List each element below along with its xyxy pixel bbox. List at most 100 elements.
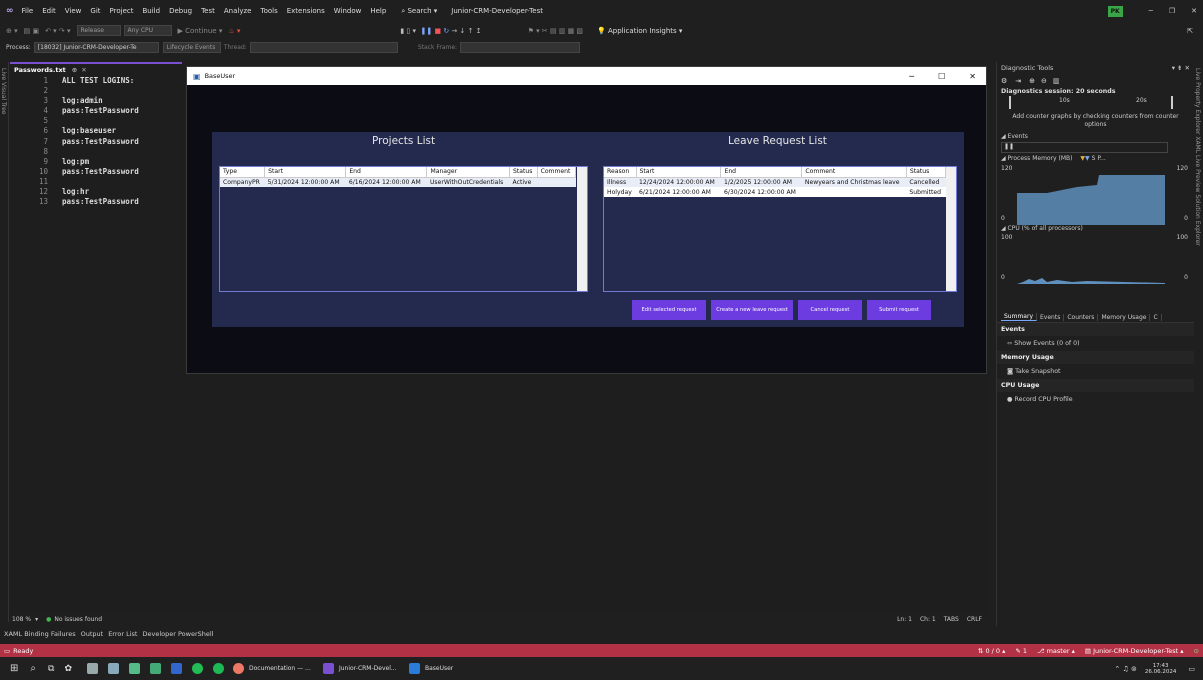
show-events-link[interactable]: ⇔ Show Events (0 of 0) — [997, 336, 1194, 351]
tray-icons[interactable]: ⌃ ♫ ⊚ — [1114, 665, 1136, 673]
save-icon[interactable]: ▤ ▣ — [24, 27, 39, 35]
line-ending[interactable]: CRLF — [967, 616, 982, 623]
output-tab[interactable]: XAML Binding Failures — [4, 630, 76, 638]
platform-select[interactable]: Any CPU — [123, 25, 172, 36]
menu-item-extensions[interactable]: Extensions — [287, 7, 325, 15]
cpu-graph[interactable]: 100 100 0 0 — [997, 232, 1194, 284]
column-header[interactable]: End — [720, 167, 803, 178]
diag-tab[interactable]: Summary — [1001, 313, 1037, 321]
notification-icon[interactable]: ⊙ — [1194, 647, 1199, 655]
baseuser-task[interactable]: BaseUser — [408, 663, 479, 674]
vs-task[interactable]: Junior-CRM-Devel... — [322, 663, 405, 674]
menu-item-analyze[interactable]: Analyze — [224, 7, 252, 15]
live-visual-tree-tab[interactable]: Live Visual Tree — [0, 68, 7, 114]
menu-item-project[interactable]: Project — [110, 7, 134, 15]
editor-tab[interactable]: Passwords.txt ⊕ ✕ — [10, 62, 182, 75]
configuration-select[interactable]: Release — [76, 25, 121, 36]
column-header[interactable]: Reason — [604, 167, 637, 178]
cancel-request-button[interactable]: Cancel request — [798, 300, 862, 320]
task-view-icon[interactable]: ⧉ — [48, 664, 54, 674]
pencil-indicator[interactable]: ✎ 1 — [1015, 647, 1027, 655]
diag-tab[interactable]: Counters — [1064, 313, 1099, 321]
start-icon[interactable]: ⊞ — [10, 663, 18, 674]
branch-indicator[interactable]: ⎇ master ▴ — [1037, 647, 1075, 655]
window-maximize-button[interactable]: ☐ — [938, 72, 945, 81]
firefox-task[interactable]: Documentation — ... — [232, 663, 317, 674]
projects-scrollbar[interactable] — [577, 167, 587, 291]
menu-item-test[interactable]: Test — [201, 7, 215, 15]
table-row[interactable]: Illness 12/24/2024 12:00:00 AM 1/2/2025 12… — [604, 177, 946, 187]
restore-button[interactable]: ❐ — [1169, 7, 1175, 15]
record-cpu-button[interactable]: ● Record CPU Profile — [997, 392, 1194, 407]
diag-tab[interactable]: C — [1150, 313, 1162, 321]
take-snapshot-button[interactable]: ◙ Take Snapshot — [997, 364, 1194, 379]
flame-icon[interactable]: ♨ ▾ — [228, 27, 240, 35]
edit-request-button[interactable]: Edit selected request — [632, 300, 706, 320]
memory-graph[interactable]: 120 120 0 0 — [997, 163, 1194, 225]
issues-status[interactable]: No issues found — [54, 616, 102, 623]
events-track[interactable]: ❚❚ — [1001, 142, 1168, 153]
close-button[interactable]: ✕ — [1191, 7, 1197, 15]
column-header[interactable]: Status — [906, 167, 947, 178]
todo-icon[interactable] — [170, 663, 182, 674]
menu-item-debug[interactable]: Debug — [169, 7, 192, 15]
lifecycle-events-select[interactable]: Lifecycle Events — [162, 41, 221, 53]
profile-avatar[interactable]: PK — [1107, 5, 1123, 17]
column-header[interactable]: Start — [636, 167, 722, 178]
app-insights-button[interactable]: 💡 Application Insights ▾ — [597, 27, 682, 35]
monitor-icon[interactable] — [149, 663, 161, 674]
search-box[interactable]: ⌕ Search ▾ — [401, 7, 437, 16]
calculator-icon[interactable] — [128, 663, 140, 674]
thread-select[interactable] — [249, 41, 398, 53]
right-tool-tabs[interactable]: Live Property Explorer XAML Live Preview… — [1194, 68, 1201, 246]
notifications-icon[interactable]: ▭ — [1188, 665, 1195, 673]
output-tab[interactable]: Error List — [108, 630, 137, 638]
menu-item-help[interactable]: Help — [370, 7, 386, 15]
menu-item-window[interactable]: Window — [334, 7, 362, 15]
column-header[interactable]: Comment — [801, 167, 907, 178]
minimize-button[interactable]: ─ — [1149, 7, 1153, 15]
column-header[interactable]: Type — [220, 167, 266, 178]
whatsapp-icon[interactable] — [191, 663, 203, 674]
solution-indicator[interactable]: ▤ Junior-CRM-Developer-Test ▴ — [1085, 647, 1184, 655]
diag-tab[interactable]: Events — [1037, 313, 1065, 321]
chart-icon[interactable]: ▥ — [1053, 77, 1060, 85]
menu-item-file[interactable]: File — [22, 7, 34, 15]
menu-item-edit[interactable]: Edit — [42, 7, 56, 15]
output-tab[interactable]: Developer PowerShell — [142, 630, 213, 638]
paint-icon[interactable] — [107, 663, 119, 674]
indent-mode[interactable]: TABS — [944, 616, 959, 623]
menu-item-git[interactable]: Git — [90, 7, 100, 15]
projects-table[interactable]: Type Start End Manager Status Comment CompanyP… — [220, 167, 577, 187]
column-header[interactable]: End — [345, 167, 428, 178]
settings-icon[interactable]: ⚙ — [1001, 77, 1007, 85]
submit-request-button[interactable]: Submit request — [867, 300, 931, 320]
create-request-button[interactable]: Create a new leave request — [711, 300, 793, 320]
zoom-in-icon[interactable]: ⊕ — [1029, 77, 1035, 85]
errors-indicator[interactable]: ⇅ 0 / 0 ▴ — [978, 647, 1005, 655]
menu-item-build[interactable]: Build — [142, 7, 160, 15]
panel-options-icon[interactable]: ▾ ⇟ ✕ — [1172, 64, 1190, 72]
window-minimize-button[interactable]: ─ — [909, 72, 914, 81]
leave-table[interactable]: Reason Start End Comment Status Illness 12/24/… — [604, 167, 947, 197]
column-header[interactable]: Start — [264, 167, 347, 178]
clock-date[interactable]: 26.06.2024 — [1145, 669, 1177, 675]
window-close-button[interactable]: ✕ — [969, 72, 976, 81]
table-row[interactable]: Holyday 6/21/2024 12:00:00 AM 6/30/2024 12… — [604, 187, 946, 197]
back-icon[interactable]: ⊕ ▾ — [6, 27, 18, 35]
column-header[interactable]: Comment — [537, 167, 577, 178]
pin-icon[interactable]: ⊕ — [72, 66, 77, 74]
export-icon[interactable]: ⇥ — [1015, 77, 1021, 85]
search-icon[interactable]: ⌕ — [30, 663, 36, 674]
process-select[interactable]: [18032] Junior-CRM-Developer-Te — [33, 41, 159, 53]
stack-frame-select[interactable] — [460, 41, 581, 53]
spotify-icon[interactable] — [212, 663, 224, 674]
table-row[interactable]: CompanyPR 5/31/2024 12:00:00 AM 6/16/2024 … — [220, 177, 576, 187]
leave-grid[interactable]: Reason Start End Comment Status Illness 12/24/… — [603, 166, 957, 292]
zoom-out-icon[interactable]: ⊖ — [1041, 77, 1047, 85]
output-tab[interactable]: Output — [81, 630, 104, 638]
column-header[interactable]: Manager — [426, 167, 511, 178]
menu-item-tools[interactable]: Tools — [260, 7, 277, 15]
notes-icon[interactable] — [86, 663, 98, 674]
menu-item-view[interactable]: View — [65, 7, 82, 15]
